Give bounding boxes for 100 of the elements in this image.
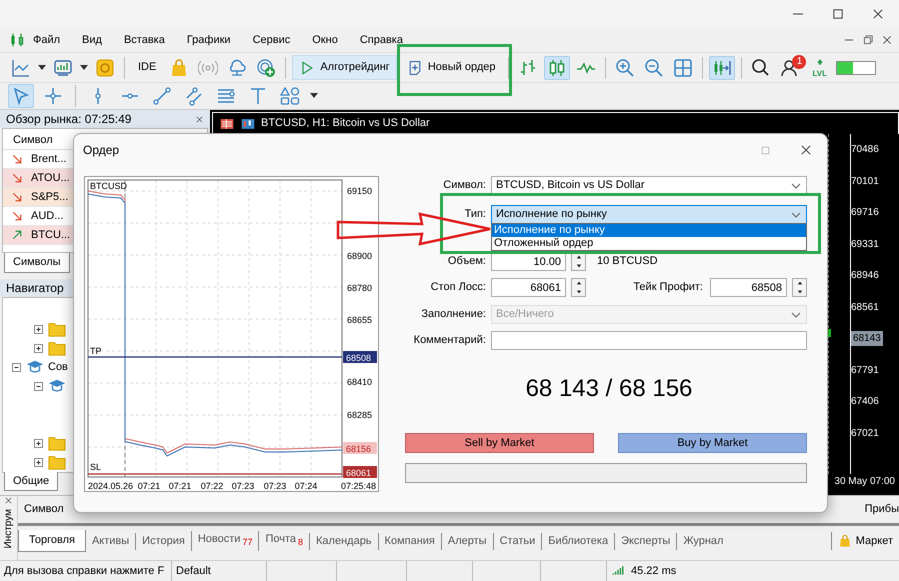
type-select[interactable]: Исполнение по рынку bbox=[491, 205, 807, 224]
panel-tab[interactable]: Календарь bbox=[309, 532, 378, 550]
arrow-up-icon bbox=[574, 280, 582, 286]
signal-icon bbox=[611, 565, 625, 577]
axis-label: 07:23 bbox=[232, 481, 254, 491]
expand-icon[interactable] bbox=[33, 342, 44, 354]
candlestick-button[interactable] bbox=[544, 56, 570, 80]
column-header[interactable]: Символ bbox=[24, 501, 64, 518]
field-label: Комментарий: bbox=[412, 333, 486, 348]
shopping-bag-icon bbox=[838, 534, 852, 548]
grid-icon bbox=[673, 58, 694, 78]
panel-tab[interactable]: Активы bbox=[86, 532, 136, 550]
trend-line-icon bbox=[152, 86, 172, 106]
algo-trading-button[interactable]: Алготрейдинг bbox=[292, 55, 397, 80]
chart-symbol-label: BTCUSD bbox=[90, 181, 128, 191]
search-icon bbox=[751, 58, 772, 78]
symbol-text: BTCU... bbox=[31, 228, 70, 243]
autoscroll-button[interactable] bbox=[709, 56, 736, 80]
market-tab[interactable]: Маркет bbox=[830, 532, 899, 550]
price-label: 68561 bbox=[851, 300, 880, 315]
panel-tab[interactable]: Символы bbox=[4, 253, 70, 272]
signal-icon bbox=[198, 58, 218, 78]
comment-field[interactable] bbox=[491, 331, 807, 350]
new-order-button[interactable]: Новый ордер bbox=[400, 55, 502, 80]
menu-item[interactable]: Графики bbox=[178, 32, 239, 48]
current-price-tag: 68143 bbox=[851, 331, 883, 346]
arrow-down-icon bbox=[796, 288, 804, 295]
axis-label: 68285 bbox=[347, 410, 372, 420]
menu-item[interactable]: Сервис bbox=[244, 32, 298, 48]
column-header[interactable]: Прибы bbox=[864, 501, 899, 518]
expand-icon[interactable] bbox=[33, 438, 44, 448]
take-profit-field[interactable]: 68508 bbox=[710, 278, 787, 297]
table-icon[interactable] bbox=[219, 116, 235, 130]
chart-icon[interactable] bbox=[240, 116, 256, 130]
axis-label: 68780 bbox=[347, 283, 372, 293]
panel-tab[interactable]: Эксперты bbox=[614, 532, 676, 550]
axis-label: 68655 bbox=[347, 315, 372, 325]
buy-button[interactable]: Buy by Market bbox=[618, 433, 807, 453]
spinner-button[interactable] bbox=[571, 278, 586, 297]
panel-tab[interactable]: Журнал bbox=[676, 532, 730, 550]
document-plus-icon bbox=[406, 60, 423, 76]
folder-icon bbox=[48, 453, 66, 471]
panel-tab[interactable]: Почта $_{8}$ bbox=[258, 530, 310, 552]
panel-tab[interactable]: Алерты bbox=[440, 532, 493, 550]
axis-label: 07:21 bbox=[168, 481, 192, 491]
menu-item[interactable]: Вставка bbox=[116, 32, 173, 48]
panel-tab[interactable]: Статьи bbox=[492, 532, 542, 550]
close-icon[interactable] bbox=[871, 7, 885, 21]
ide-button[interactable]: IDE bbox=[131, 55, 164, 80]
chevron-icon bbox=[790, 180, 802, 190]
arrow-up-icon bbox=[11, 229, 23, 241]
menu-item[interactable]: Файл bbox=[25, 32, 68, 48]
status-text: Default bbox=[176, 564, 211, 579]
folder-icon bbox=[48, 339, 66, 357]
menu-item[interactable]: Вид bbox=[74, 32, 110, 48]
tree-label[interactable]: Сов bbox=[48, 358, 68, 376]
expand-icon[interactable] bbox=[33, 456, 44, 468]
zoom-out-icon bbox=[644, 58, 664, 78]
price-label: 69716 bbox=[851, 206, 880, 220]
panel-tab[interactable]: Библиотека bbox=[541, 532, 614, 550]
symbol-text: Brent... bbox=[31, 152, 66, 167]
arrow-up-icon bbox=[574, 254, 582, 260]
spinner-button[interactable] bbox=[792, 278, 807, 297]
field-label: Заполнение: bbox=[420, 307, 486, 322]
menu-item[interactable]: Справка bbox=[352, 32, 411, 48]
axis-label: 69150 bbox=[347, 186, 372, 196]
axis-label: 07:25:48 bbox=[341, 481, 376, 491]
dropdown-option[interactable]: Отложенный ордер bbox=[492, 237, 806, 250]
arrow-down-icon bbox=[11, 191, 23, 203]
account-button[interactable]: 1 bbox=[777, 56, 804, 80]
panel-tab[interactable]: История bbox=[135, 532, 191, 550]
field-label: Объем: bbox=[446, 254, 486, 270]
chart-template-icon bbox=[53, 58, 73, 78]
collapse-icon[interactable] bbox=[11, 362, 22, 372]
close-icon[interactable] bbox=[799, 143, 813, 157]
level-label: LVL bbox=[812, 70, 827, 78]
sell-button[interactable]: Sell by Market bbox=[405, 433, 594, 453]
close-icon[interactable] bbox=[881, 34, 893, 46]
arrow-down-icon bbox=[11, 172, 23, 184]
panel-title: Обзор рынка: 07:25:49 bbox=[6, 111, 132, 128]
stop-loss-field[interactable]: 68061 bbox=[491, 278, 566, 297]
collapse-icon[interactable] bbox=[33, 380, 44, 392]
field-label: Стоп Лосс: bbox=[430, 280, 486, 296]
coin-icon bbox=[95, 58, 115, 78]
price-label: 70101 bbox=[851, 174, 880, 189]
restore-icon[interactable] bbox=[862, 34, 874, 46]
menu-item[interactable]: Окно bbox=[304, 32, 346, 48]
maximize-icon[interactable] bbox=[831, 7, 845, 21]
panel-tab[interactable]: Торговля bbox=[18, 530, 86, 552]
channel-icon bbox=[184, 86, 204, 106]
axis-label: 07:23 bbox=[264, 481, 286, 491]
panel-tab[interactable]: Компания bbox=[378, 532, 441, 550]
close-icon[interactable] bbox=[4, 496, 13, 505]
close-icon[interactable] bbox=[195, 114, 204, 124]
count-label: 77 bbox=[242, 537, 252, 548]
panel-tab[interactable]: Новости $_{77}$ bbox=[190, 530, 258, 552]
panel-tab[interactable]: Общие bbox=[4, 472, 58, 491]
cursor-button[interactable] bbox=[8, 84, 34, 108]
expand-icon[interactable] bbox=[33, 324, 44, 334]
dropdown-option[interactable]: Исполнение по рынку bbox=[492, 224, 806, 237]
